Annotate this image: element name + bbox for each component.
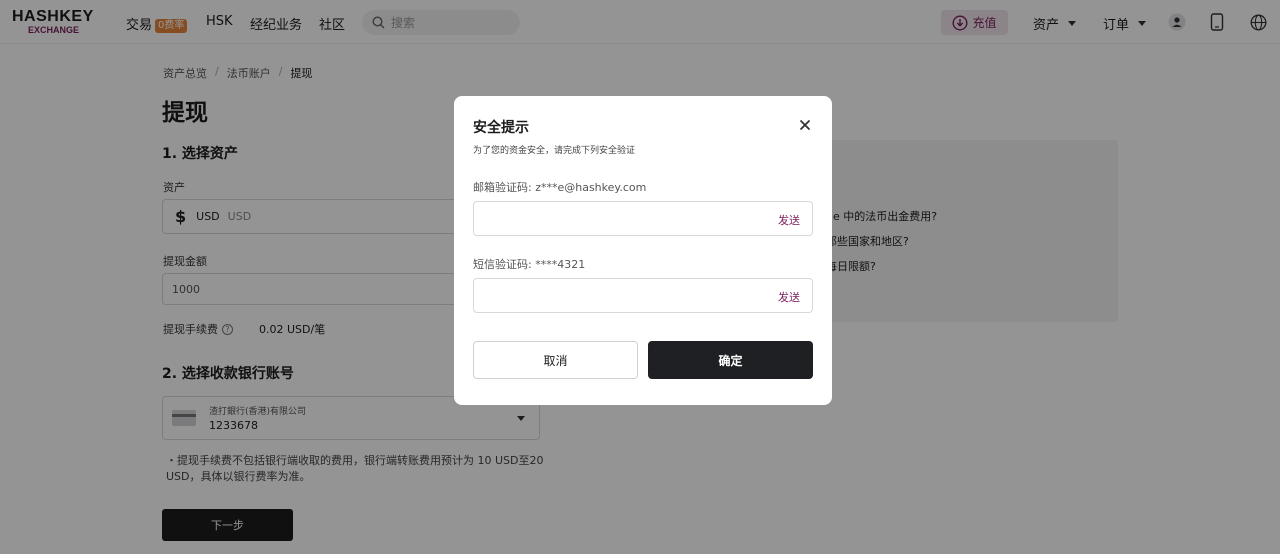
confirm-button[interactable]: 确定 xyxy=(648,341,813,379)
send-email-code-button[interactable]: 发送 xyxy=(778,212,800,228)
cancel-button[interactable]: 取消 xyxy=(473,341,638,379)
security-verification-modal: 安全提示 为了您的资金安全，请完成下列安全验证 邮箱验证码: z***e@has… xyxy=(454,96,832,405)
close-icon[interactable] xyxy=(798,118,812,132)
email-code-label: 邮箱验证码: z***e@hashkey.com xyxy=(473,181,647,194)
email-code-input[interactable]: 发送 xyxy=(473,201,813,236)
send-sms-code-button[interactable]: 发送 xyxy=(778,289,800,305)
modal-subtitle: 为了您的资金安全，请完成下列安全验证 xyxy=(473,146,636,156)
modal-title: 安全提示 xyxy=(473,120,529,136)
sms-code-label: 短信验证码: ****4321 xyxy=(473,258,586,271)
sms-code-input[interactable]: 发送 xyxy=(473,278,813,313)
